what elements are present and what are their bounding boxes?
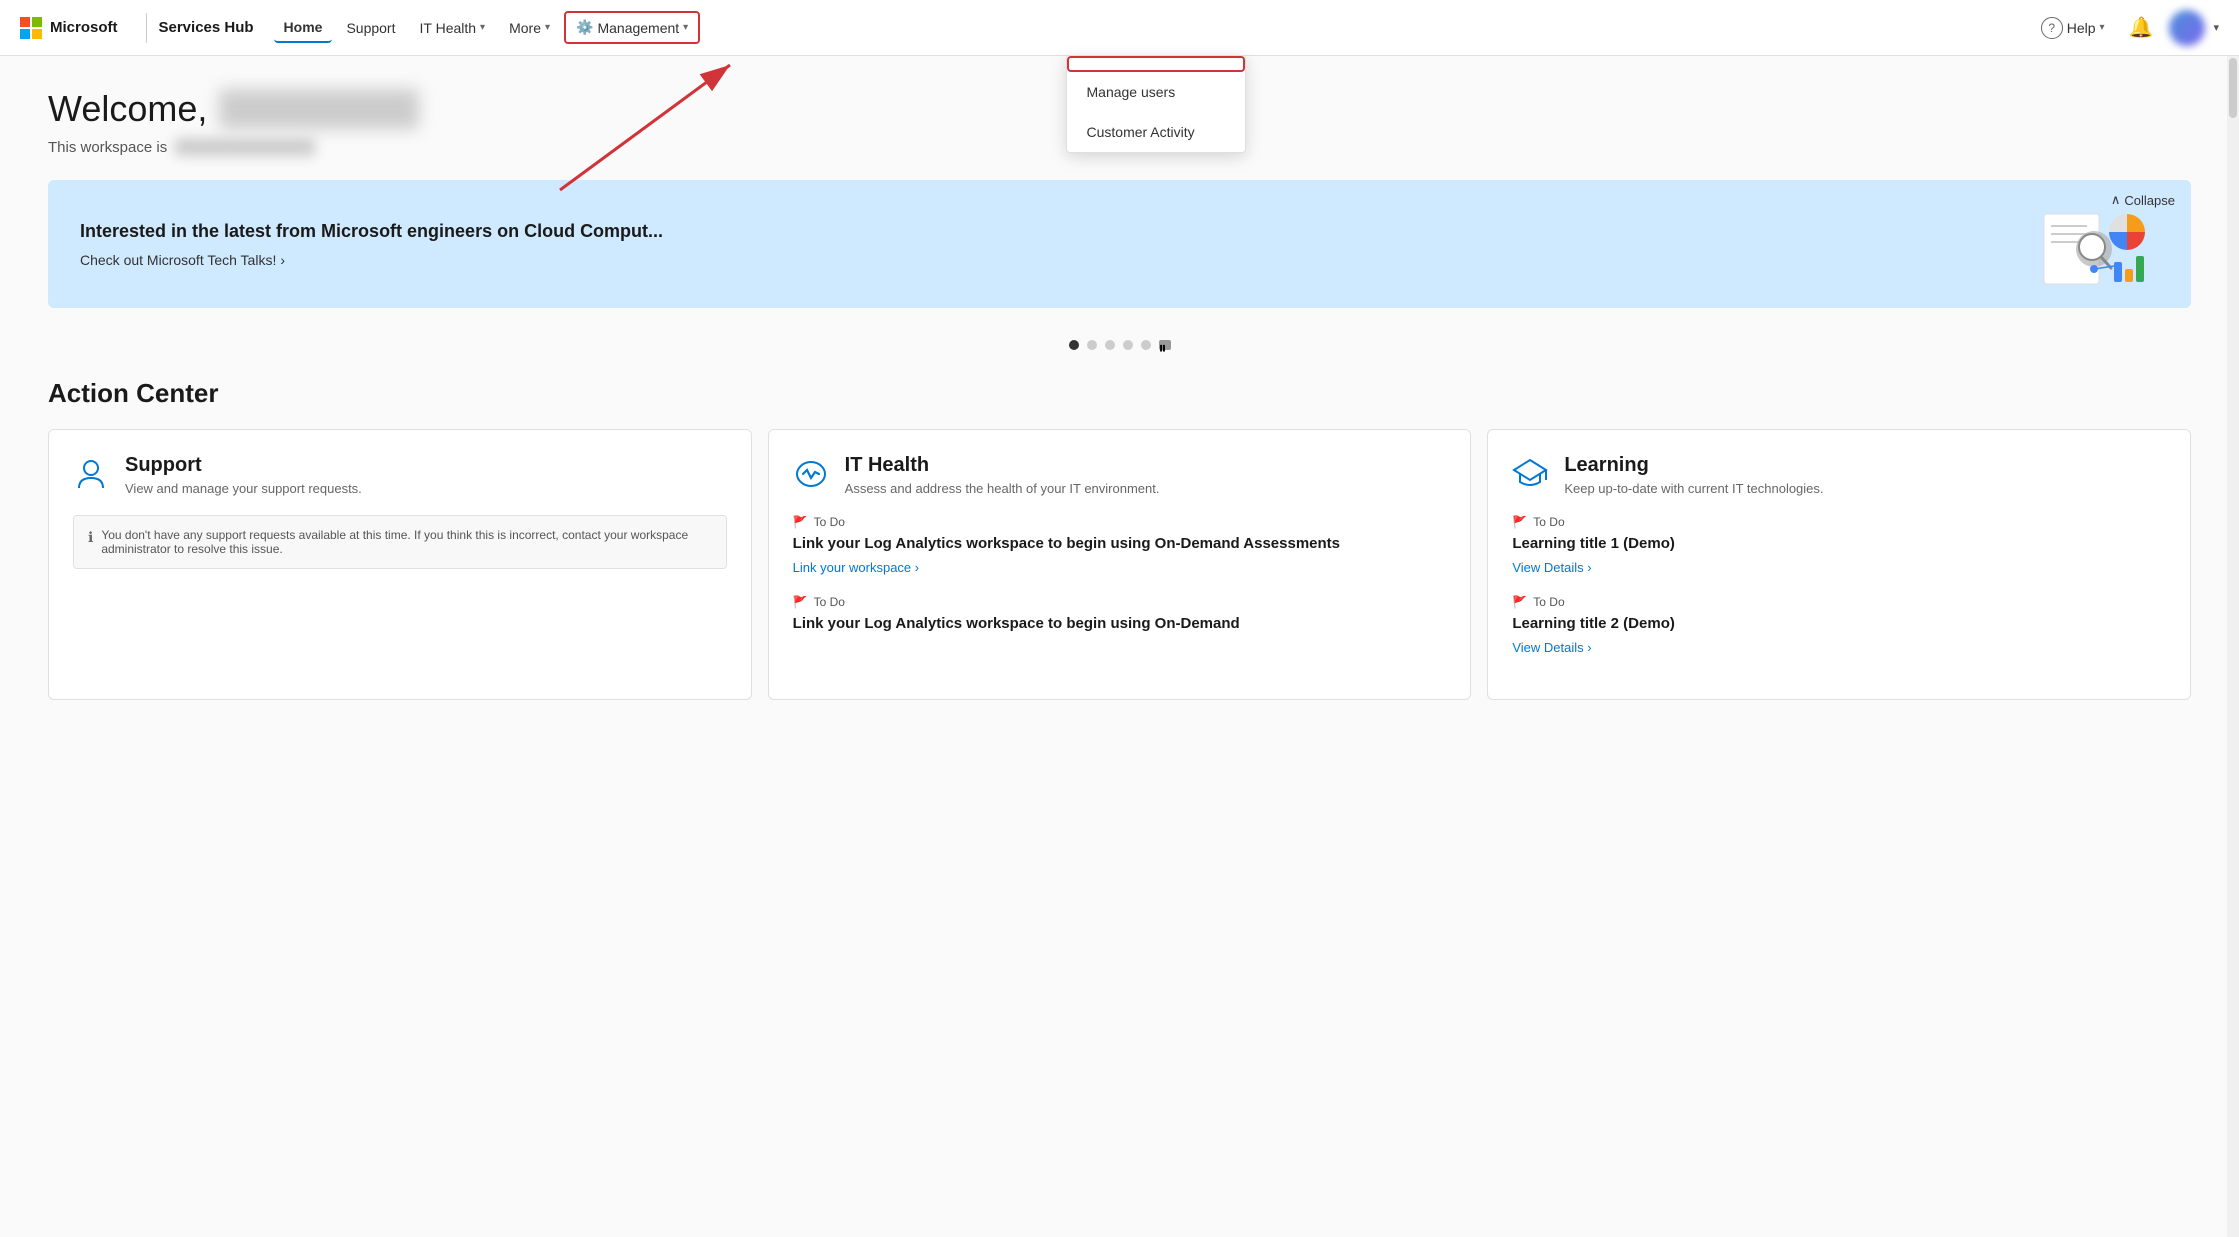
promo-banner: Interested in the latest from Microsoft …: [48, 180, 2191, 308]
carousel-dot-1[interactable]: [1069, 340, 1079, 350]
it-health-todo-title-2: Link your Log Analytics workspace to beg…: [793, 613, 1447, 634]
learning-flag-icon-1: 🚩: [1512, 515, 1527, 529]
learning-todo-title-2: Learning title 2 (Demo): [1512, 613, 2166, 634]
banner-illustration-svg: [2039, 204, 2159, 294]
learning-link-1[interactable]: View Details ›: [1512, 560, 2166, 575]
more-chevron-icon: ▾: [545, 22, 550, 33]
management-chevron-icon: ▾: [683, 22, 688, 33]
nav-more[interactable]: More ▾: [499, 14, 560, 42]
carousel-dot-3[interactable]: [1105, 340, 1115, 350]
banner-link[interactable]: Check out Microsoft Tech Talks! ›: [80, 252, 2039, 268]
services-hub-title: Services Hub: [159, 19, 254, 36]
main-nav: Home Support IT Health ▾ More ▾ ⚙️ Manag…: [274, 11, 2033, 44]
it-health-subtitle: Assess and address the health of your IT…: [845, 481, 1160, 496]
dropdown-customer-activity[interactable]: Customer Activity: [1067, 112, 1245, 152]
notifications-button[interactable]: 🔔: [2121, 9, 2162, 46]
management-gear-icon: ⚙️: [576, 19, 593, 36]
info-icon: ℹ: [88, 529, 93, 546]
learning-todo-title-1: Learning title 1 (Demo): [1512, 533, 2166, 554]
learning-title: Learning: [1564, 454, 1823, 477]
nav-it-health[interactable]: IT Health ▾: [410, 14, 496, 42]
avatar[interactable]: [2169, 10, 2205, 46]
learning-subtitle: Keep up-to-date with current IT technolo…: [1564, 481, 1823, 496]
workspace-name-blur: [175, 138, 315, 156]
main-content: Welcome, This workspace is Interested in…: [0, 56, 2239, 1237]
learning-flag-icon-2: 🚩: [1512, 595, 1527, 609]
learning-card-header: Learning Keep up-to-date with current IT…: [1512, 454, 2166, 499]
collapse-chevron-icon: ∧: [2111, 192, 2121, 208]
support-info-box: ℹ You don't have any support requests av…: [73, 515, 727, 569]
action-center-cards: Support View and manage your support req…: [48, 429, 2191, 700]
nav-right: ? Help ▾ 🔔 ▾: [2033, 9, 2219, 46]
support-title: Support: [125, 454, 362, 477]
support-card-header: Support View and manage your support req…: [73, 454, 727, 499]
carousel-dot-4[interactable]: [1123, 340, 1133, 350]
nav-management[interactable]: [1067, 56, 1245, 72]
support-icon: [73, 456, 109, 499]
avatar-chevron-icon: ▾: [2213, 21, 2219, 34]
it-health-todo-2: 🚩 To Do Link your Log Analytics workspac…: [793, 595, 1447, 634]
carousel-pause-button[interactable]: ⏸: [1159, 340, 1171, 350]
help-button[interactable]: ? Help ▾: [2033, 11, 2113, 45]
support-card: Support View and manage your support req…: [48, 429, 752, 700]
it-health-chevron-icon: ▾: [480, 22, 485, 33]
dropdown-manage-users[interactable]: Manage users: [1067, 72, 1245, 112]
person-icon: 🔔: [2129, 15, 2154, 40]
help-circle-icon: ?: [2041, 17, 2063, 39]
learning-flag-1: 🚩 To Do: [1512, 515, 2166, 529]
carousel-dots: ⏸: [48, 340, 2191, 350]
microsoft-logo: Microsoft: [20, 17, 118, 39]
carousel-dot-2[interactable]: [1087, 340, 1097, 350]
topbar-divider: [146, 13, 147, 43]
todo-flag-1: 🚩 To Do: [793, 515, 1447, 529]
action-center-title: Action Center: [48, 378, 2191, 409]
it-health-title: IT Health: [845, 454, 1160, 477]
ms-grid-icon: [20, 17, 42, 39]
learning-card-text: Learning Keep up-to-date with current IT…: [1564, 454, 1823, 496]
it-health-icon: [793, 456, 829, 499]
nav-home[interactable]: Home: [274, 13, 333, 43]
carousel-dot-5[interactable]: [1141, 340, 1151, 350]
it-health-card-text: IT Health Assess and address the health …: [845, 454, 1160, 496]
banner-link-chevron-icon: ›: [280, 252, 285, 268]
support-subtitle: View and manage your support requests.: [125, 481, 362, 496]
username-blur: [219, 89, 419, 129]
flag-icon-1: 🚩: [793, 515, 808, 529]
banner-title: Interested in the latest from Microsoft …: [80, 221, 2039, 242]
it-health-card: IT Health Assess and address the health …: [768, 429, 1472, 700]
it-health-todo-title-1: Link your Log Analytics workspace to beg…: [793, 533, 1447, 554]
support-card-text: Support View and manage your support req…: [125, 454, 362, 496]
microsoft-label: Microsoft: [50, 19, 118, 36]
nav-support[interactable]: Support: [336, 14, 405, 42]
it-health-card-header: IT Health Assess and address the health …: [793, 454, 1447, 499]
learning-flag-2: 🚩 To Do: [1512, 595, 2166, 609]
it-health-link-1[interactable]: Link your workspace ›: [793, 560, 1447, 575]
banner-illustration: [2039, 204, 2159, 284]
learning-todo-2: 🚩 To Do Learning title 2 (Demo) View Det…: [1512, 595, 2166, 655]
banner-left: Interested in the latest from Microsoft …: [80, 221, 2039, 268]
topbar: Microsoft Services Hub Home Support IT H…: [0, 0, 2239, 56]
flag-icon-2: 🚩: [793, 595, 808, 609]
help-chevron-icon: ▾: [2100, 22, 2105, 33]
nav-management[interactable]: ⚙️ Management ▾: [564, 11, 700, 44]
it-health-todo-1: 🚩 To Do Link your Log Analytics workspac…: [793, 515, 1447, 575]
support-info-text: You don't have any support requests avai…: [101, 528, 711, 556]
scrollbar[interactable]: [2227, 56, 2239, 1237]
learning-icon: [1512, 456, 1548, 499]
management-dropdown: Manage users Customer Activity: [1066, 55, 1246, 153]
scrollbar-thumb[interactable]: [2229, 58, 2237, 118]
todo-flag-2: 🚩 To Do: [793, 595, 1447, 609]
learning-card: Learning Keep up-to-date with current IT…: [1487, 429, 2191, 700]
learning-link-2[interactable]: View Details ›: [1512, 640, 2166, 655]
banner-collapse-button[interactable]: ∧ Collapse: [2111, 192, 2175, 208]
learning-todo-1: 🚩 To Do Learning title 1 (Demo) View Det…: [1512, 515, 2166, 575]
